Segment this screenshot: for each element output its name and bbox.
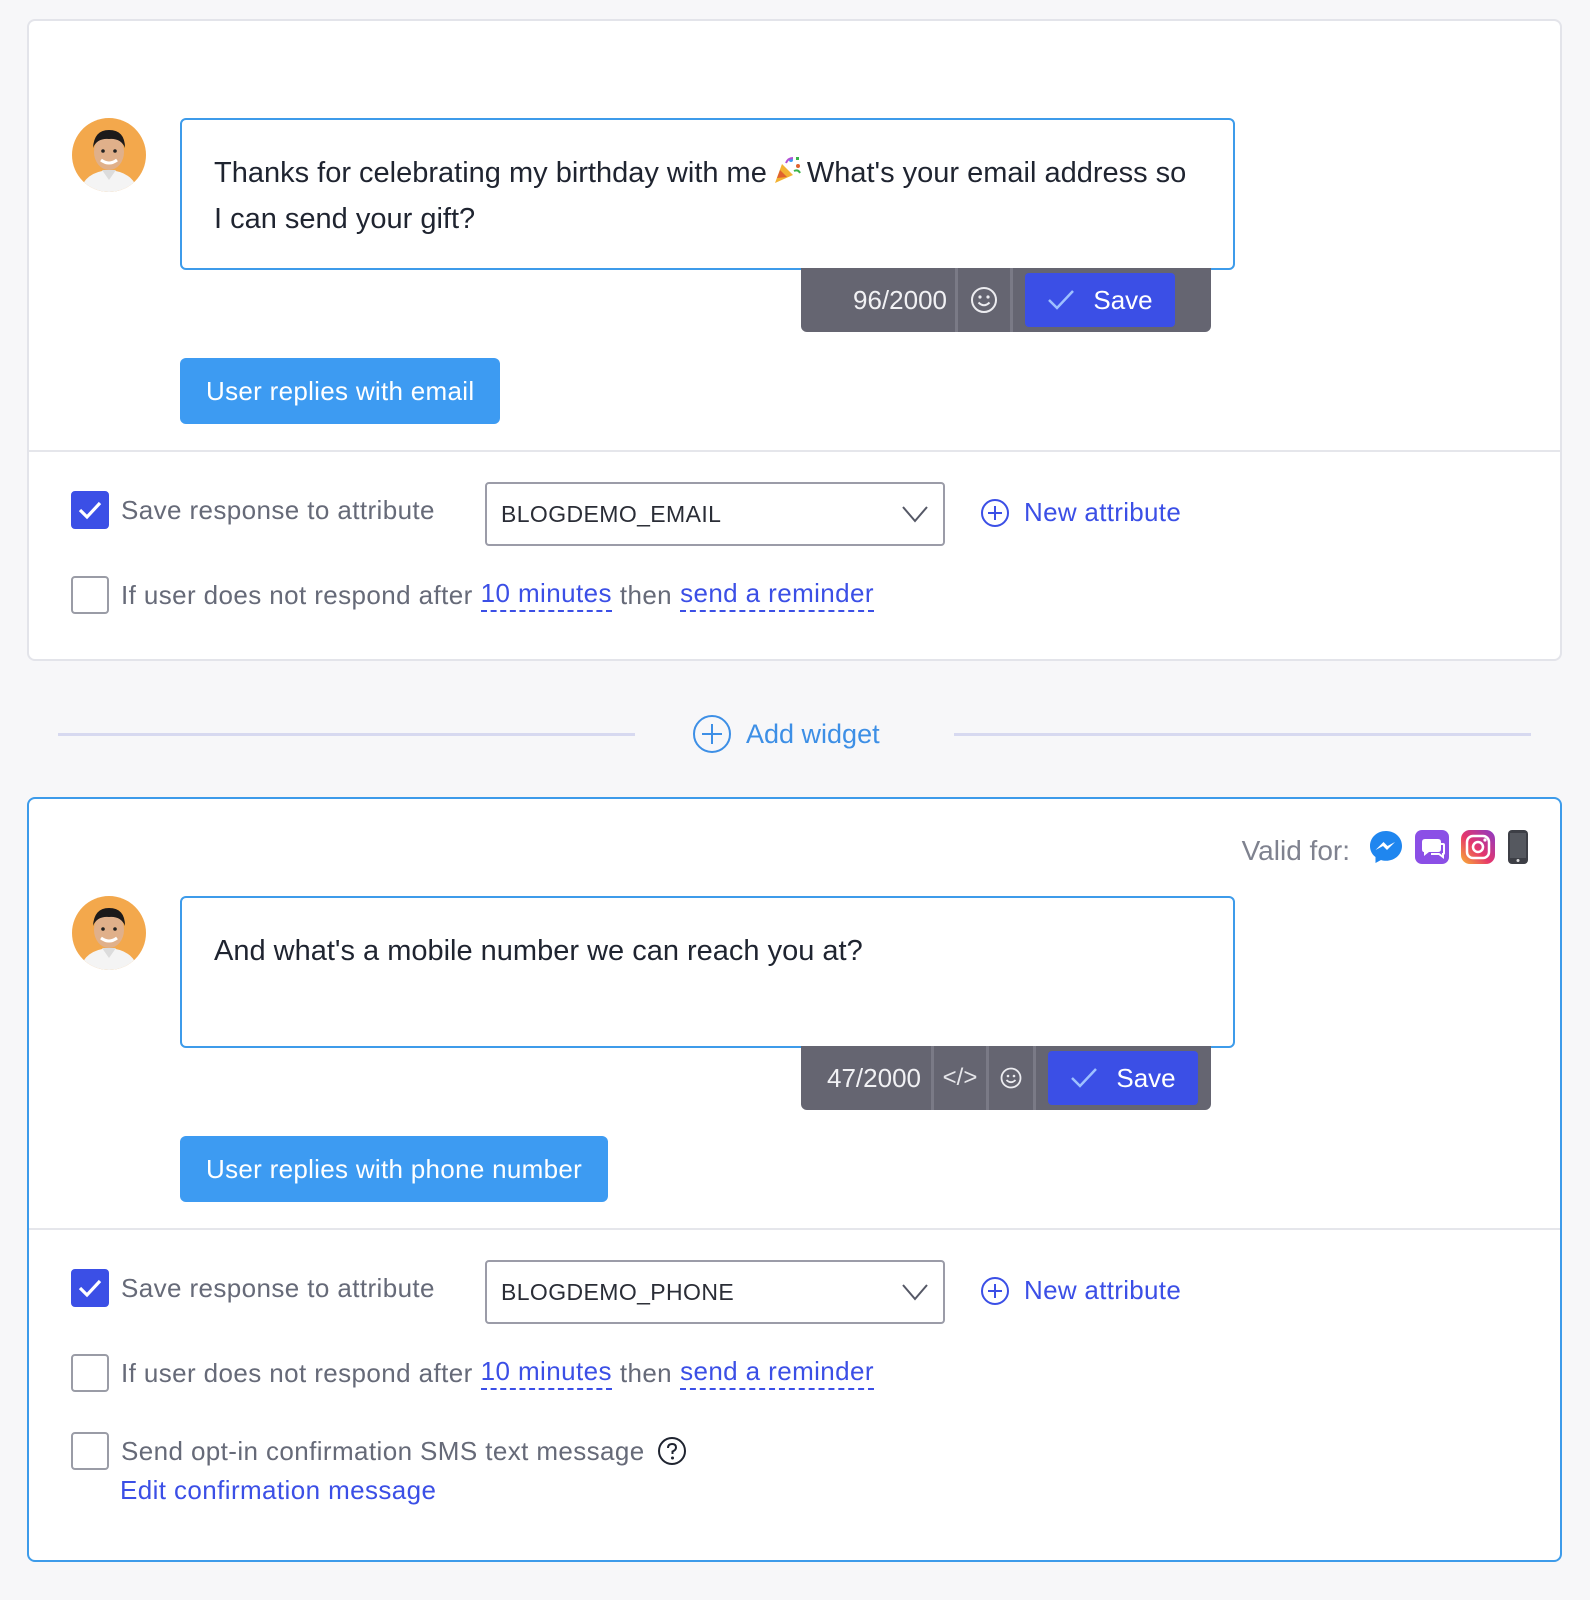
check-icon: [1071, 1068, 1098, 1088]
valid-for-label: Valid for:: [1241, 834, 1350, 866]
divider-line-left: [58, 733, 635, 736]
avatar: [72, 896, 146, 970]
message-textarea[interactable]: And what's a mobile number we can reach …: [180, 896, 1235, 1048]
message-toolbar: 96/2000 Save: [801, 268, 1211, 332]
code-icon[interactable]: </>: [934, 1064, 986, 1092]
save-response-row: Save response to attribute: [71, 491, 435, 529]
messenger-icon: [1368, 829, 1404, 872]
char-count: 47/2000: [827, 1062, 921, 1093]
optin-checkbox[interactable]: [71, 1432, 109, 1470]
save-response-checkbox[interactable]: [71, 491, 109, 529]
email-widget-card: Thanks for celebrating my birthday with …: [27, 19, 1562, 661]
reminder-checkbox[interactable]: [71, 1354, 109, 1392]
valid-for: Valid for:: [1242, 829, 1530, 872]
reply-button-label: User replies with phone number: [206, 1153, 583, 1184]
save-response-checkbox[interactable]: [71, 1269, 109, 1307]
reminder-delay-link[interactable]: 10 minutes: [480, 1356, 612, 1390]
reminder-prefix: If user does not respond after: [121, 1357, 473, 1388]
add-widget-label: Add widget: [746, 718, 880, 749]
emoji-picker-icon[interactable]: [989, 1067, 1033, 1089]
divider: [29, 1228, 1560, 1230]
message-text: And what's a mobile number we can reach …: [214, 935, 863, 967]
sms-chat-icon: [1414, 829, 1450, 872]
reminder-action-link[interactable]: send a reminder: [680, 1356, 874, 1390]
char-count: 96/2000: [853, 284, 947, 315]
check-icon: [1048, 290, 1075, 310]
toolbar-divider: [1033, 1046, 1036, 1110]
reply-button-label: User replies with email: [206, 375, 475, 406]
toolbar-divider: [1010, 268, 1013, 332]
optin-row: Send opt-in confirmation SMS text messag…: [71, 1432, 687, 1470]
reminder-prefix: If user does not respond after: [121, 579, 473, 610]
new-attribute-label: New attribute: [1024, 1275, 1182, 1305]
attribute-select-value: BLOGDEMO_EMAIL: [501, 500, 722, 527]
help-icon[interactable]: [657, 1436, 687, 1466]
divider-line-right: [954, 733, 1531, 736]
chevron-down-icon: [902, 506, 928, 523]
reminder-middle: then: [619, 1357, 673, 1388]
avatar: [72, 118, 146, 192]
save-button[interactable]: Save: [1048, 1051, 1198, 1105]
mobile-phone-icon: [1506, 829, 1530, 872]
divider: [29, 450, 1560, 452]
user-replies-email-button[interactable]: User replies with email: [180, 358, 501, 424]
chevron-down-icon: [902, 1284, 928, 1301]
user-replies-phone-button[interactable]: User replies with phone number: [180, 1136, 609, 1202]
reminder-action-link[interactable]: send a reminder: [680, 578, 874, 612]
emoji-picker-icon[interactable]: [958, 286, 1010, 314]
party-popper-icon: [771, 154, 803, 198]
save-label: Save: [1093, 284, 1153, 315]
edit-confirmation-row: Edit confirmation message: [120, 1475, 436, 1506]
save-label: Save: [1116, 1062, 1176, 1093]
save-response-label: Save response to attribute: [121, 494, 435, 525]
edit-confirmation-link[interactable]: Edit confirmation message: [120, 1475, 436, 1506]
attribute-select[interactable]: BLOGDEMO_EMAIL: [485, 482, 945, 546]
save-button[interactable]: Save: [1025, 273, 1175, 327]
reminder-checkbox[interactable]: [71, 576, 109, 614]
attribute-select-value: BLOGDEMO_PHONE: [501, 1278, 735, 1305]
reminder-row: If user does not respond after 10 minute…: [71, 576, 882, 614]
reminder-row: If user does not respond after 10 minute…: [71, 1354, 882, 1392]
new-attribute-label: New attribute: [1024, 497, 1182, 527]
plus-circle-icon: [981, 498, 1009, 527]
new-attribute-button[interactable]: New attribute: [980, 1275, 1181, 1306]
phone-widget-card: Valid for: And what's a mobile number we…: [27, 797, 1562, 1562]
reminder-middle: then: [619, 579, 673, 610]
reminder-delay-link[interactable]: 10 minutes: [480, 578, 612, 612]
add-widget-button[interactable]: Add widget: [692, 714, 880, 754]
plus-circle-icon: [981, 1276, 1009, 1305]
new-attribute-button[interactable]: New attribute: [980, 497, 1181, 528]
instagram-icon: [1460, 829, 1496, 872]
save-response-row: Save response to attribute: [71, 1269, 435, 1307]
message-toolbar: 47/2000 </> Save: [801, 1046, 1211, 1110]
message-textarea[interactable]: Thanks for celebrating my birthday with …: [180, 118, 1235, 270]
save-response-label: Save response to attribute: [121, 1272, 435, 1303]
attribute-select[interactable]: BLOGDEMO_PHONE: [485, 1260, 945, 1324]
optin-label: Send opt-in confirmation SMS text messag…: [121, 1435, 645, 1466]
message-text-part1: Thanks for celebrating my birthday with …: [214, 157, 767, 189]
plus-circle-icon: [693, 715, 731, 753]
